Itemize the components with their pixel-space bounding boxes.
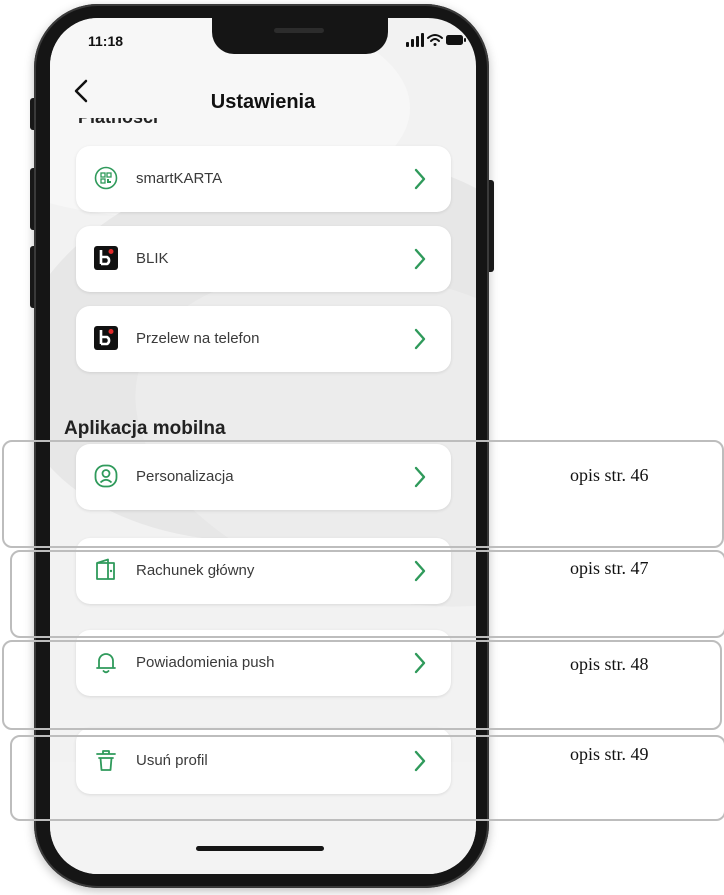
- page-reference-note: opis str. 49: [570, 744, 649, 764]
- page-title: Ustawienia: [210, 91, 316, 113]
- nav-bar: Ustawienia: [50, 58, 476, 124]
- signal-icon: [406, 33, 424, 47]
- menu-item-label: Przelew na telefon: [136, 330, 260, 347]
- speaker: [274, 28, 324, 33]
- phone-notch: [212, 18, 388, 54]
- chevron-right-icon: [414, 168, 426, 190]
- menu-item-label: smartKARTA: [136, 170, 223, 187]
- wifi-icon: [427, 34, 443, 46]
- home-indicator: [196, 846, 324, 851]
- menu-item-przelew-na-telefon[interactable]: Przelew na telefon: [76, 306, 451, 372]
- page-reference-note: opis str. 47: [570, 558, 649, 578]
- callout-frame-personalizacja: [2, 440, 724, 548]
- status-time: 11:18: [88, 33, 124, 49]
- blik-icon: [94, 326, 118, 350]
- status-icons: [406, 33, 466, 47]
- section-heading-mobile-app: Aplikacja mobilna: [64, 418, 226, 439]
- menu-item-smartkarta[interactable]: smartKARTA: [76, 146, 451, 212]
- menu-item-label: BLIK: [136, 250, 169, 267]
- page-reference-note: opis str. 48: [570, 654, 649, 674]
- menu-item-blik[interactable]: BLIK: [76, 226, 451, 292]
- page-reference-note: opis str. 46: [570, 465, 649, 485]
- battery-icon: [446, 35, 466, 45]
- chevron-right-icon: [414, 248, 426, 270]
- blik-icon: [94, 246, 118, 270]
- chevron-right-icon: [414, 328, 426, 350]
- smartkarta-icon: [94, 166, 118, 190]
